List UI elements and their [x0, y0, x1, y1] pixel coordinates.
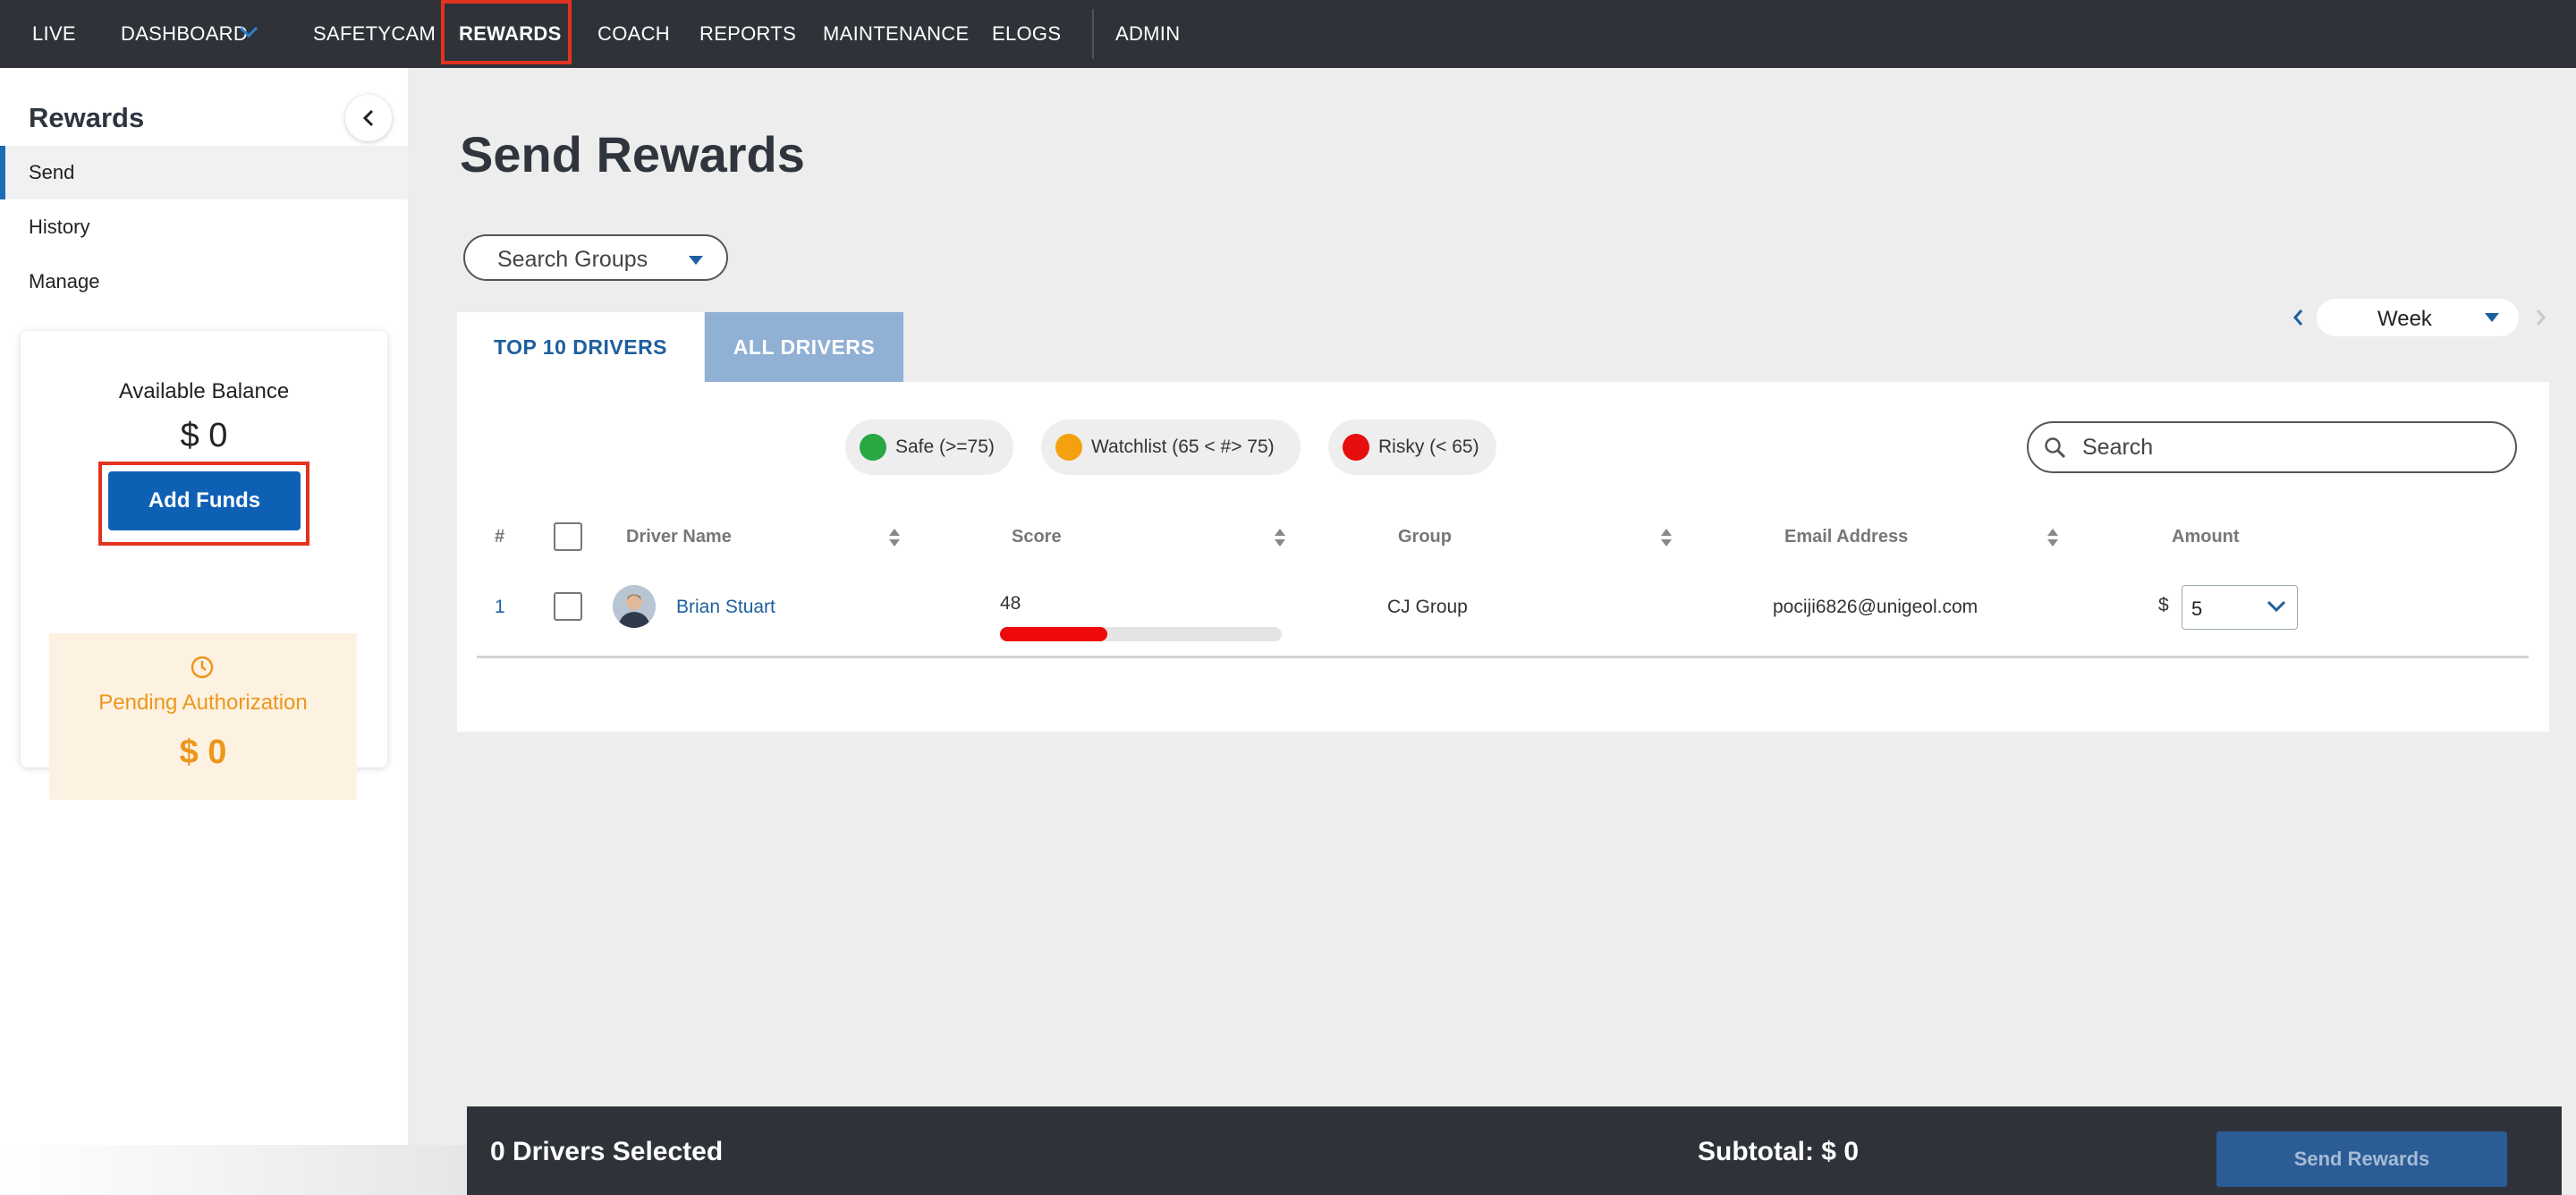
nav-coach[interactable]: COACH: [597, 0, 670, 68]
collapse-sidebar-button[interactable]: [345, 95, 392, 141]
currency-symbol: $: [2158, 595, 2169, 615]
period-value: Week: [2377, 307, 2432, 331]
column-driver-name[interactable]: Driver Name: [626, 527, 732, 547]
score-bar: [1000, 627, 1282, 641]
nav-live[interactable]: LIVE: [32, 0, 76, 68]
nav-maintenance[interactable]: MAINTENANCE: [823, 0, 969, 68]
send-rewards-button[interactable]: Send Rewards: [2216, 1131, 2507, 1187]
column-group[interactable]: Group: [1398, 527, 1452, 547]
nav-reports[interactable]: REPORTS: [699, 0, 796, 68]
chevron-down-icon: [2267, 600, 2286, 613]
sidebar-item-history[interactable]: History: [0, 200, 408, 254]
top-nav: LIVE DASHBOARD SAFETYCAM REWARDS COACH R…: [0, 0, 2576, 68]
driver-search: [2027, 421, 2517, 473]
row-checkbox[interactable]: [554, 592, 582, 621]
legend-risky-label: Risky (< 65): [1378, 436, 1479, 457]
nav-divider: [1092, 9, 1094, 59]
column-score[interactable]: Score: [1012, 527, 1062, 547]
search-icon: [2045, 437, 2066, 459]
sidebar-bottom-shade: [0, 1145, 467, 1195]
drivers-selected-count: 0 Drivers Selected: [490, 1137, 724, 1166]
subtotal: Subtotal: $ 0: [1698, 1137, 1860, 1166]
nav-dashboard[interactable]: DASHBOARD: [121, 0, 248, 68]
sort-icon[interactable]: [1660, 527, 1673, 548]
legend-watchlist-label: Watchlist (65 < #> 75): [1091, 436, 1275, 457]
score-bar-fill: [1000, 627, 1107, 641]
search-groups-select[interactable]: Search Groups: [463, 234, 728, 281]
add-funds-button[interactable]: Add Funds: [108, 471, 301, 530]
available-balance-value: $ 0: [180, 417, 228, 454]
available-balance-label: Available Balance: [118, 379, 290, 403]
column-email[interactable]: Email Address: [1784, 527, 1908, 547]
selection-footer: 0 Drivers Selected Subtotal: $ 0 Send Re…: [467, 1106, 2562, 1195]
caret-down-icon: [2485, 313, 2499, 322]
select-all-checkbox[interactable]: [554, 522, 582, 551]
legend-watchlist-dot: [1055, 434, 1082, 461]
sort-icon[interactable]: [888, 527, 901, 548]
sort-icon[interactable]: [2046, 527, 2059, 548]
nav-admin[interactable]: ADMIN: [1115, 0, 1180, 68]
nav-safetycam[interactable]: SAFETYCAM: [313, 0, 436, 68]
period-select[interactable]: Week: [2317, 299, 2519, 336]
balance-card: Available Balance $ 0 Add Funds Pending …: [21, 331, 387, 800]
sidebar-item-manage[interactable]: Manage: [0, 255, 408, 309]
legend-safe-dot: [860, 434, 886, 461]
caret-down-icon: [689, 256, 703, 265]
nav-rewards-highlight: [441, 0, 572, 64]
amount-select[interactable]: 5: [2182, 585, 2298, 630]
legend-risky-dot: [1343, 434, 1369, 461]
drivers-panel: Safe (>=75) Watchlist (65 < #> 75) Risky…: [457, 382, 2549, 732]
search-input[interactable]: [2082, 432, 2494, 462]
chevron-down-icon[interactable]: [238, 25, 259, 39]
next-period-icon[interactable]: [2533, 308, 2547, 327]
score-value: 48: [1000, 593, 1021, 614]
driver-group: CJ Group: [1387, 597, 1468, 617]
avatar: [613, 585, 656, 628]
search-groups-label: Search Groups: [497, 247, 648, 272]
column-amount: Amount: [2172, 527, 2240, 547]
sidebar: Rewards Send History Manage Available Ba…: [0, 68, 408, 1195]
previous-period-icon[interactable]: [2292, 308, 2306, 327]
legend-safe-label: Safe (>=75): [895, 436, 995, 457]
pending-authorization-value: $ 0: [179, 733, 227, 771]
sidebar-item-send[interactable]: Send: [0, 146, 408, 199]
amount-value: 5: [2191, 598, 2203, 620]
legend-watchlist: Watchlist (65 < #> 75): [1041, 420, 1301, 475]
page-title: Send Rewards: [460, 126, 805, 182]
pending-authorization-label: Pending Authorization: [98, 691, 308, 715]
sort-icon[interactable]: [1274, 527, 1286, 548]
pending-authorization-box: Pending Authorization $ 0: [49, 633, 357, 800]
nav-elogs[interactable]: ELOGS: [992, 0, 1061, 68]
chevron-left-icon: [362, 109, 374, 127]
clock-icon: [191, 656, 214, 679]
sidebar-title: Rewards: [29, 102, 145, 133]
tab-all-drivers[interactable]: ALL DRIVERS: [705, 312, 903, 382]
legend-safe: Safe (>=75): [845, 420, 1013, 475]
row-index: 1: [495, 597, 505, 617]
row-divider: [477, 656, 2529, 658]
legend-risky: Risky (< 65): [1328, 420, 1496, 475]
driver-name-link[interactable]: Brian Stuart: [676, 597, 775, 618]
driver-email: pociji6826@unigeol.com: [1773, 597, 1979, 617]
column-index: #: [495, 527, 505, 547]
tab-top-10-drivers[interactable]: TOP 10 DRIVERS: [457, 312, 704, 382]
